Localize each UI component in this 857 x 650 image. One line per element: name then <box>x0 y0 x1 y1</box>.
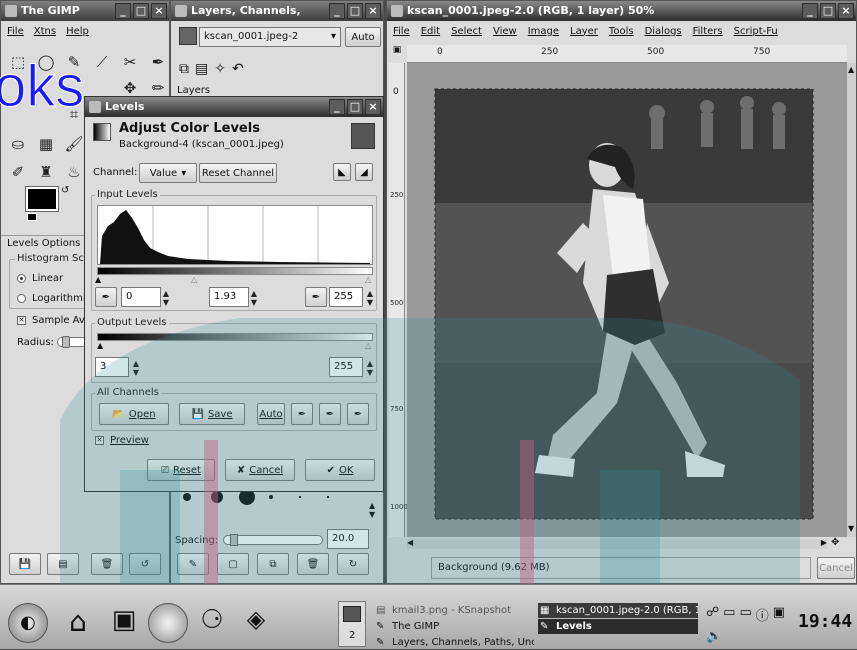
pager-preview <box>343 606 361 622</box>
task-levels[interactable]: ✎ Levels <box>538 619 698 634</box>
desktop-pager[interactable]: 2 <box>338 601 366 647</box>
watermark-overlay <box>60 318 800 584</box>
clock[interactable]: 19:44 <box>798 611 852 632</box>
home-icon[interactable]: ⌂ <box>58 605 98 641</box>
volume-icon[interactable]: 🔈 <box>706 629 722 645</box>
ksnapshot-icon: ▤ <box>376 605 386 616</box>
gimp-task-icon: ✎ <box>540 621 549 632</box>
taskbar: ◐ ⌂ ▣ ⚆ ◈ 2 ▤ kmail3.png - KSnapshot ▦ k… <box>0 584 857 649</box>
info-icon[interactable]: ⓘ <box>756 605 769 625</box>
desktop-icon[interactable]: ▣ <box>104 605 144 641</box>
gimp-task-icon: ✎ <box>376 637 385 648</box>
gimp-task-icon: ▦ <box>540 605 550 616</box>
task-layers-dialog[interactable]: ✎ Layers, Channels, Paths, Undo <box>374 635 534 650</box>
office-icon[interactable]: ◈ <box>236 605 276 641</box>
watermark-text: oks <box>0 54 85 119</box>
system-tray: ☍ ▭ ▭ ⓘ ▣ 🔈 <box>706 605 790 645</box>
task-kmail[interactable]: ▤ kmail3.png - KSnapshot <box>374 603 534 618</box>
browser-icon[interactable] <box>148 603 188 643</box>
network-icon[interactable]: ☍ <box>706 605 719 625</box>
pager-number: 2 <box>349 630 356 641</box>
task-the-gimp[interactable]: ✎ The GIMP <box>374 619 534 634</box>
display-icon[interactable]: ▣ <box>773 605 785 625</box>
task-image-window[interactable]: ▦ kscan_0001.jpeg-2.0 (RGB, 1 <box>538 603 698 618</box>
k-menu-icon[interactable]: ◐ <box>8 603 48 643</box>
klipper-icon[interactable]: ▭ <box>723 605 735 625</box>
monitor-icon[interactable]: ▭ <box>739 605 751 625</box>
help-lifebuoy-icon[interactable]: ⚆ <box>194 605 230 641</box>
gimp-task-icon: ✎ <box>376 621 385 632</box>
